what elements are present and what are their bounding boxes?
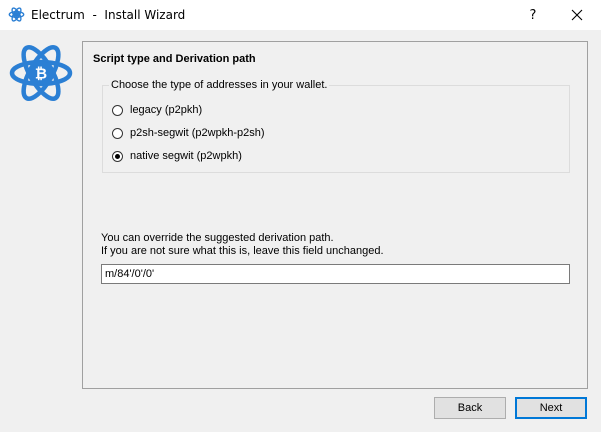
close-icon <box>571 9 583 21</box>
radio-legacy[interactable]: legacy (p2pkh) <box>112 104 202 116</box>
derivation-path-input[interactable] <box>101 264 570 284</box>
radio-p2sh-segwit[interactable]: p2sh-segwit (p2wpkh-p2sh) <box>112 127 265 139</box>
radio-label-native-segwit: native segwit (p2wpkh) <box>130 150 242 162</box>
window-title: Electrum - Install Wizard <box>31 8 186 22</box>
radio-native-segwit[interactable]: native segwit (p2wpkh) <box>112 150 242 162</box>
radio-button-icon[interactable] <box>112 127 123 139</box>
wizard-panel: Script type and Derivation path Choose t… <box>82 41 588 389</box>
title-bar: Electrum - Install Wizard ? <box>0 0 601 30</box>
group-label: Choose the type of addresses in your wal… <box>109 79 330 91</box>
page-title: Script type and Derivation path <box>93 53 256 65</box>
svg-text:₿: ₿ <box>35 65 47 83</box>
close-button[interactable] <box>554 0 600 30</box>
electrum-bitcoin-logo-icon: ₿ <box>9 45 73 101</box>
help-button[interactable]: ? <box>510 0 556 30</box>
radio-label-p2sh-segwit: p2sh-segwit (p2wpkh-p2sh) <box>130 127 265 139</box>
radio-label-legacy: legacy (p2pkh) <box>130 104 203 116</box>
radio-button-icon[interactable] <box>112 104 123 116</box>
derivation-note-line1: You can override the suggested derivatio… <box>101 232 334 244</box>
back-button[interactable]: Back <box>434 397 506 419</box>
derivation-note-line2: If you are not sure what this is, leave … <box>101 245 384 257</box>
electrum-atom-icon <box>8 7 25 22</box>
address-type-group: Choose the type of addresses in your wal… <box>102 79 570 173</box>
next-button[interactable]: Next <box>515 397 587 419</box>
radio-button-checked-icon[interactable] <box>112 150 123 162</box>
